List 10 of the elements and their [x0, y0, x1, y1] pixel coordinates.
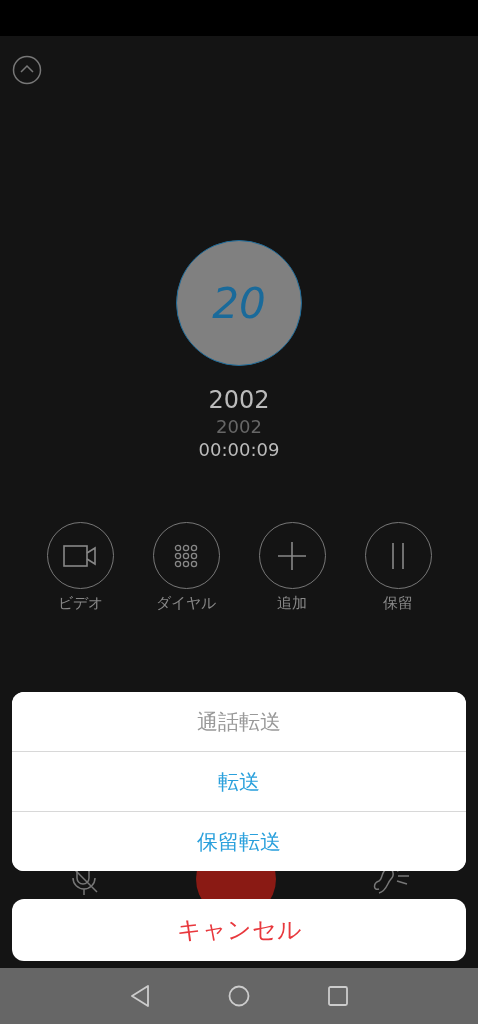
sheet-option[interactable]: 保留転送: [12, 811, 466, 871]
call-duration: 00:00:09: [198, 439, 280, 460]
action-label: ビデオ: [57, 594, 103, 613]
caller-name: 2002: [208, 386, 270, 414]
action-label: ダイヤル: [156, 594, 216, 613]
action-label: 保留: [383, 594, 413, 613]
action-label: 追加: [277, 594, 307, 613]
caller-number: 2002: [216, 416, 262, 437]
cancel-button[interactable]: キャンセル: [12, 899, 466, 961]
avatar-initials: 20: [212, 278, 266, 328]
